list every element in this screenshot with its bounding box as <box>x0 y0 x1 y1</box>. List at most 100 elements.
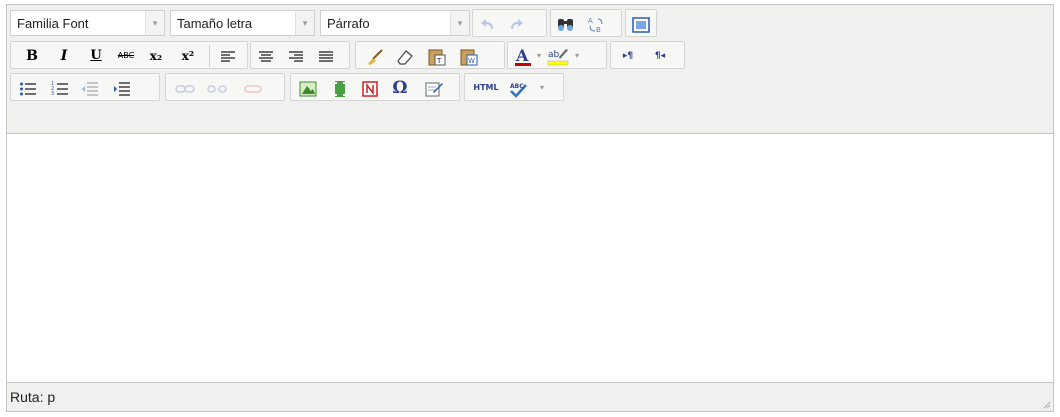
link-group <box>165 73 285 101</box>
link-button[interactable] <box>174 77 196 99</box>
svg-text:A: A <box>515 47 529 65</box>
rich-text-editor: Familia Font ▾ Tamaño letra ▾ Párrafo ▾ <box>6 4 1054 412</box>
highlight-icon: ab <box>547 48 569 65</box>
unlink-icon <box>207 84 227 93</box>
indent-icon <box>114 81 130 96</box>
svg-text:T: T <box>436 57 442 65</box>
svg-text:ab: ab <box>548 50 560 60</box>
omega-icon: Ω <box>392 78 408 98</box>
paste-word-button[interactable]: W <box>458 45 480 67</box>
toolbar: Familia Font ▾ Tamaño letra ▾ Párrafo ▾ <box>7 5 1053 134</box>
chevron-down-icon[interactable]: ▾ <box>295 11 314 35</box>
numbered-list-icon: 123 <box>51 81 68 97</box>
redo-icon <box>511 18 523 29</box>
chevron-down-icon[interactable]: ▾ <box>572 45 582 67</box>
ltr-button[interactable]: ▸¶ <box>617 45 639 67</box>
outdent-button[interactable] <box>79 77 101 99</box>
resize-handle-icon[interactable] <box>1043 401 1051 409</box>
align-center-icon <box>259 50 273 62</box>
format-select[interactable]: Párrafo ▾ <box>320 10 470 36</box>
status-bar: Ruta: p <box>7 382 1053 411</box>
bold-button[interactable]: B <box>21 45 43 67</box>
undo-icon <box>481 18 493 29</box>
insert-group: Ω <box>290 73 460 101</box>
alignment-group <box>250 41 350 69</box>
anchor-link-icon <box>244 84 262 93</box>
paste-word-icon: W <box>460 49 478 65</box>
numbered-list-button[interactable]: 123 <box>49 77 71 99</box>
align-right-button[interactable] <box>285 45 307 67</box>
find-button[interactable] <box>555 13 577 35</box>
undo-button[interactable] <box>477 13 499 35</box>
clipboard-group: T W <box>355 41 505 69</box>
flash-icon <box>362 80 378 97</box>
replace-button[interactable]: A B <box>585 13 607 35</box>
align-left-button[interactable] <box>217 45 239 67</box>
subscript-button[interactable]: x₂ <box>145 45 167 67</box>
font-size-select[interactable]: Tamaño letra ▾ <box>170 10 315 36</box>
bullet-list-icon <box>20 82 36 95</box>
font-color-button[interactable]: A <box>512 45 534 67</box>
fullscreen-icon <box>632 16 650 33</box>
find-icon <box>558 18 573 31</box>
font-family-select[interactable]: Familia Font ▾ <box>10 10 165 36</box>
text-style-group: B I U ABC x₂ x² <box>10 41 248 69</box>
svg-text:A: A <box>588 17 593 25</box>
format-value: Párrafo <box>327 16 370 31</box>
chevron-down-icon[interactable]: ▾ <box>145 11 164 35</box>
rtl-button[interactable]: ¶◂ <box>649 45 671 67</box>
font-family-value: Familia Font <box>17 16 89 31</box>
paste-text-button[interactable]: T <box>426 45 448 67</box>
align-left-icon <box>221 50 235 62</box>
edit-note-icon <box>425 82 443 96</box>
eraser-icon <box>397 49 413 65</box>
editor-content-area[interactable] <box>7 134 1053 383</box>
replace-icon: A B <box>588 17 603 34</box>
superscript-button[interactable]: x² <box>177 45 199 67</box>
fullscreen-group <box>625 9 657 37</box>
insert-template-button[interactable] <box>423 77 445 99</box>
indent-button[interactable] <box>111 77 133 99</box>
anchor-button[interactable] <box>242 77 264 99</box>
insert-symbol-button[interactable]: Ω <box>389 77 411 99</box>
align-justify-button[interactable] <box>315 45 337 67</box>
svg-text:3: 3 <box>51 91 54 97</box>
align-center-button[interactable] <box>255 45 277 67</box>
film-icon <box>335 80 345 97</box>
divider <box>209 45 210 67</box>
spellcheck-icon: ABC <box>510 83 527 98</box>
align-justify-icon <box>319 50 333 62</box>
redo-button[interactable] <box>505 13 527 35</box>
unlink-button[interactable] <box>206 77 228 99</box>
code-group: HTML ABC ▾ <box>464 73 564 101</box>
italic-button[interactable]: I <box>53 45 75 67</box>
chevron-down-icon[interactable]: ▾ <box>537 77 547 99</box>
insert-media-button[interactable] <box>329 77 351 99</box>
chevron-down-icon[interactable]: ▾ <box>450 11 469 35</box>
broom-icon <box>368 48 383 65</box>
bullet-list-button[interactable] <box>17 77 39 99</box>
color-group: A ▾ ab ▾ <box>507 41 607 69</box>
spellcheck-button[interactable]: ABC <box>507 77 529 99</box>
eraser-button[interactable] <box>394 45 416 67</box>
strikethrough-button[interactable]: ABC <box>115 45 137 67</box>
list-group: 123 <box>10 73 160 101</box>
fullscreen-button[interactable] <box>630 13 652 35</box>
undo-redo-group <box>472 9 547 37</box>
direction-group: ▸¶ ¶◂ <box>610 41 685 69</box>
outdent-icon <box>82 81 98 96</box>
search-group: A B <box>550 9 622 37</box>
html-source-button[interactable]: HTML <box>471 77 501 99</box>
svg-text:B: B <box>596 26 601 34</box>
highlight-color-button[interactable]: ab <box>546 45 569 67</box>
cleanup-button[interactable] <box>364 45 386 67</box>
insert-flash-button[interactable] <box>359 77 381 99</box>
image-icon <box>299 81 317 96</box>
element-path: Ruta: p <box>10 389 56 405</box>
link-icon <box>175 84 195 93</box>
align-right-icon <box>289 50 303 62</box>
font-size-value: Tamaño letra <box>177 16 253 31</box>
insert-image-button[interactable] <box>297 77 319 99</box>
underline-button[interactable]: U <box>85 45 107 67</box>
chevron-down-icon[interactable]: ▾ <box>534 45 544 67</box>
